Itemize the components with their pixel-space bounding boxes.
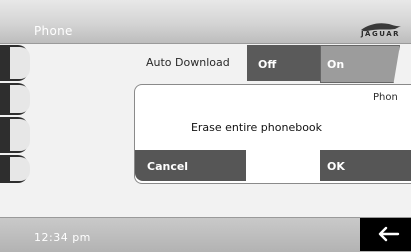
left-tab-1[interactable] xyxy=(0,45,30,81)
left-tab-2[interactable] xyxy=(0,83,30,115)
on-toggle-label: On xyxy=(327,58,345,71)
dialog-title-partial: Phon xyxy=(373,92,398,103)
ok-button-label: OK xyxy=(327,160,345,173)
left-tab-4[interactable] xyxy=(0,155,30,183)
page-title: Phone xyxy=(34,24,73,38)
left-tab-3[interactable] xyxy=(0,117,30,153)
brand-logo-text: JAGUAR xyxy=(360,30,400,38)
auto-download-label: Auto Download xyxy=(146,56,230,69)
dialog-message: Erase entire phonebook xyxy=(190,121,323,134)
clock: 12:34 pm xyxy=(34,231,91,244)
off-toggle-label: Off xyxy=(258,58,277,71)
cancel-button-label: Cancel xyxy=(147,160,189,173)
back-arrow-icon xyxy=(378,226,400,242)
